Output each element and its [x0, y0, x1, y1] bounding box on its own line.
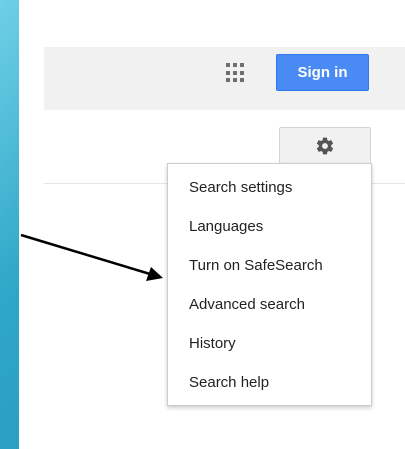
menu-item-search-settings[interactable]: Search settings: [168, 168, 371, 207]
settings-menu: Search settings Languages Turn on SafeSe…: [167, 163, 372, 406]
menu-item-languages[interactable]: Languages: [168, 207, 371, 246]
settings-button[interactable]: [279, 127, 371, 164]
sign-in-button[interactable]: Sign in: [276, 54, 369, 91]
menu-item-history[interactable]: History: [168, 324, 371, 363]
gear-icon: [316, 137, 334, 154]
menu-item-turn-on-safesearch[interactable]: Turn on SafeSearch: [168, 246, 371, 285]
menu-item-advanced-search[interactable]: Advanced search: [168, 285, 371, 324]
apps-grid-icon[interactable]: [226, 63, 246, 83]
menu-item-search-help[interactable]: Search help: [168, 363, 371, 402]
